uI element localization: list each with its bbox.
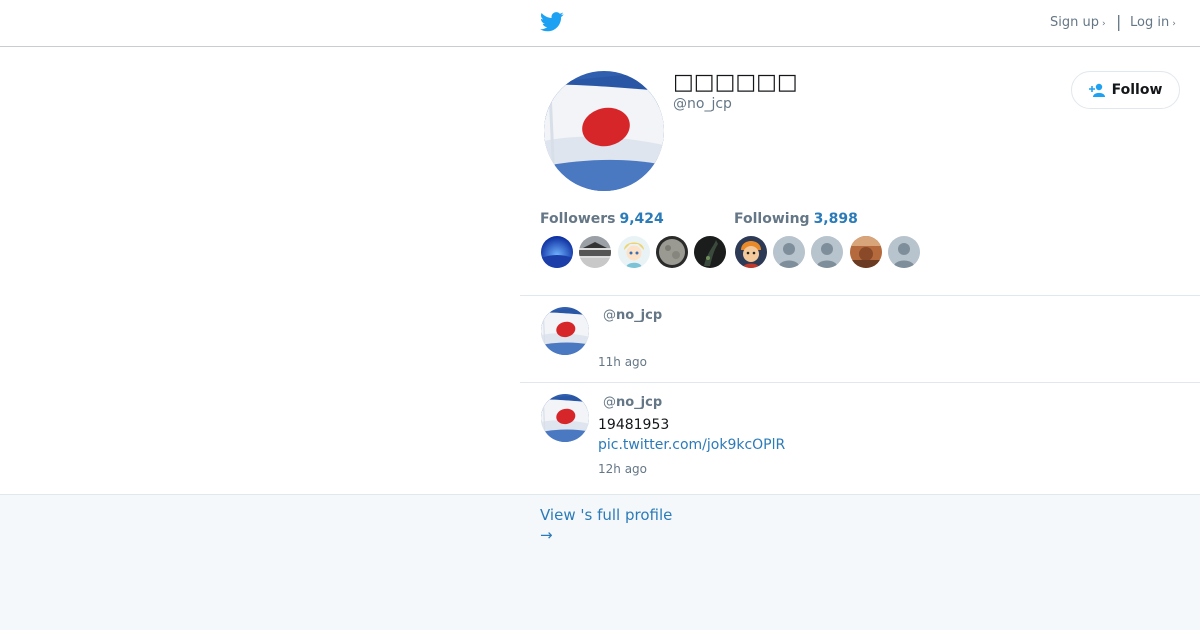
chevron-right-icon: › bbox=[1101, 19, 1106, 29]
followers-label: Followers bbox=[540, 211, 616, 227]
follower-avatar[interactable] bbox=[694, 236, 726, 268]
log-in-link[interactable]: Log in › bbox=[1130, 15, 1176, 30]
blue-sky-avatar bbox=[541, 236, 573, 268]
follower-avatar[interactable] bbox=[618, 236, 650, 268]
following-count: 3,898 bbox=[813, 211, 858, 227]
tweet-text: 19481953 bbox=[598, 417, 670, 433]
profile-name: □□□□□□ bbox=[673, 70, 798, 95]
view-full-profile-link[interactable]: View 's full profile → bbox=[540, 505, 672, 545]
nav-separator: | bbox=[1116, 12, 1122, 31]
divider bbox=[520, 295, 1200, 296]
sign-up-label: Sign up bbox=[1050, 15, 1099, 30]
photo-avatar bbox=[850, 236, 882, 268]
add-user-icon bbox=[1088, 83, 1105, 97]
follower-avatar[interactable] bbox=[541, 236, 573, 268]
followers-count: 9,424 bbox=[619, 211, 664, 227]
tweet-avatar[interactable] bbox=[541, 394, 589, 442]
tweet-handle[interactable]: @no_jcp bbox=[603, 395, 662, 410]
cartoon-boy-avatar bbox=[735, 236, 767, 268]
default-avatar bbox=[773, 236, 805, 268]
handle-name: no_jcp bbox=[616, 395, 663, 410]
tweet-avatar[interactable] bbox=[541, 307, 589, 355]
top-navigation-bar: Sign up › | Log in › bbox=[0, 0, 1200, 47]
tweet-timestamp[interactable]: 11h ago bbox=[598, 355, 647, 369]
tweet-media-link[interactable]: pic.twitter.com/jok9kcOPlR bbox=[598, 437, 785, 453]
handle-at: @ bbox=[603, 308, 616, 323]
follow-button[interactable]: Follow bbox=[1071, 71, 1180, 109]
default-avatar bbox=[811, 236, 843, 268]
sign-up-link[interactable]: Sign up › bbox=[1050, 15, 1106, 30]
following-stat[interactable]: Following 3,898 bbox=[734, 211, 858, 227]
twitter-bird-icon[interactable] bbox=[540, 11, 564, 33]
view-profile-label: View 's full profile bbox=[540, 506, 673, 524]
japan-flag-avatar bbox=[541, 307, 589, 355]
log-in-label: Log in bbox=[1130, 15, 1170, 30]
following-avatar[interactable] bbox=[850, 236, 882, 268]
following-avatar[interactable] bbox=[888, 236, 920, 268]
following-avatar[interactable] bbox=[811, 236, 843, 268]
profile-avatar[interactable] bbox=[544, 71, 664, 191]
follower-avatar[interactable] bbox=[656, 236, 688, 268]
japan-flag-avatar bbox=[544, 71, 664, 191]
anime-character-avatar bbox=[618, 236, 650, 268]
landscape-avatar bbox=[579, 236, 611, 268]
default-avatar bbox=[888, 236, 920, 268]
follower-avatar[interactable] bbox=[579, 236, 611, 268]
tweet-handle[interactable]: @no_jcp bbox=[603, 308, 662, 323]
moon-avatar bbox=[656, 236, 688, 268]
divider bbox=[520, 382, 1200, 383]
profile-handle: @no_jcp bbox=[673, 96, 732, 112]
following-avatar[interactable] bbox=[735, 236, 767, 268]
handle-at: @ bbox=[603, 395, 616, 410]
handle-name: no_jcp bbox=[616, 308, 663, 323]
follow-label: Follow bbox=[1111, 82, 1163, 98]
arrow-right-icon: → bbox=[540, 526, 553, 544]
following-avatar[interactable] bbox=[773, 236, 805, 268]
followers-stat[interactable]: Followers 9,424 bbox=[540, 211, 664, 227]
dark-avatar bbox=[694, 236, 726, 268]
tweet-timestamp[interactable]: 12h ago bbox=[598, 462, 647, 476]
chevron-right-icon: › bbox=[1172, 19, 1176, 29]
japan-flag-avatar bbox=[541, 394, 589, 442]
following-label: Following bbox=[734, 211, 810, 227]
